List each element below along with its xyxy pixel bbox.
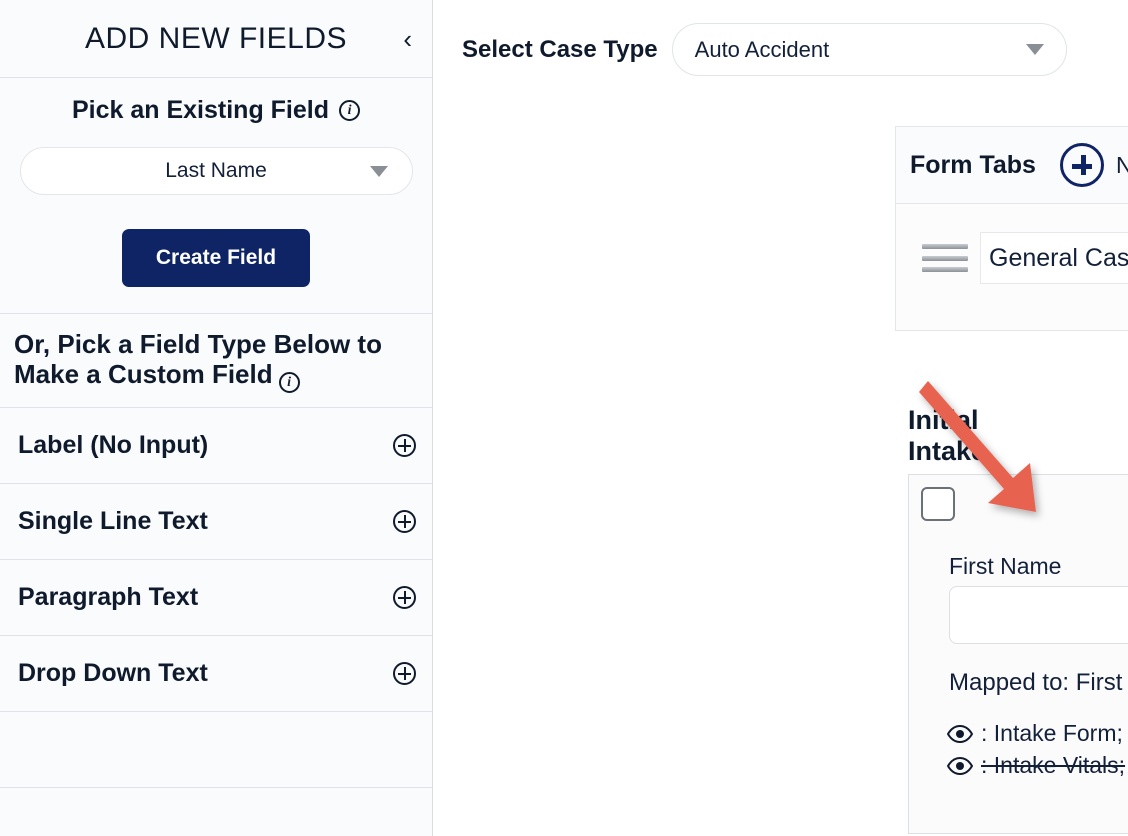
mapped-to-text: Mapped to: First Name bbox=[949, 669, 1128, 697]
form-builder-main: Select Case Type Auto Accident Form Tabs… bbox=[433, 0, 1128, 836]
field-type-row[interactable]: Label (No Input) bbox=[0, 408, 432, 484]
eye-icon bbox=[947, 757, 973, 775]
field-type-label: Label (No Input) bbox=[18, 431, 208, 460]
sidebar-title: ADD NEW FIELDS bbox=[85, 22, 347, 56]
create-field-wrap: Create Field bbox=[14, 195, 418, 287]
existing-field-select-value: Last Name bbox=[165, 159, 267, 183]
custom-field-section: Or, Pick a Field Type Below to Make a Cu… bbox=[0, 314, 432, 408]
intake-field-card-toolbar bbox=[909, 475, 1128, 527]
select-case-type-row: Select Case Type Auto Accident bbox=[433, 0, 1128, 76]
initial-intake-header: Initial Intake i bbox=[908, 405, 1128, 467]
existing-field-select[interactable]: Last Name bbox=[20, 147, 413, 195]
initial-intake-title: Initial Intake bbox=[908, 405, 986, 467]
case-type-select[interactable]: Auto Accident bbox=[672, 23, 1067, 76]
intake-field-card: First Name Mapped to: First Name : Intak… bbox=[908, 474, 1128, 834]
select-case-type-label: Select Case Type bbox=[462, 36, 658, 64]
form-tabs-header: Form Tabs New Tab bbox=[896, 127, 1128, 204]
eye-icon bbox=[947, 725, 973, 743]
visibility-text: : Intake Form; Case Form; bbox=[981, 720, 1128, 747]
chevron-left-icon[interactable]: ‹ bbox=[395, 22, 420, 56]
plus-circle-icon bbox=[1060, 143, 1104, 187]
plus-circle-icon[interactable] bbox=[393, 510, 416, 533]
sidebar-header: ADD NEW FIELDS ‹ bbox=[0, 0, 432, 78]
custom-field-heading: Or, Pick a Field Type Below to Make a Cu… bbox=[14, 330, 418, 393]
field-type-label: Paragraph Text bbox=[18, 583, 198, 612]
field-label: First Name bbox=[949, 553, 1061, 580]
add-new-fields-sidebar: ADD NEW FIELDS ‹ Pick an Existing Field … bbox=[0, 0, 433, 836]
checkbox-icon[interactable] bbox=[921, 487, 955, 521]
plus-circle-icon[interactable] bbox=[393, 434, 416, 457]
field-type-row[interactable]: Single Line Text bbox=[0, 484, 432, 560]
visibility-line: : Intake Form; Case Form; bbox=[947, 720, 1128, 747]
pick-existing-field-label: Pick an Existing Field bbox=[72, 96, 329, 125]
new-tab-button[interactable]: New Tab bbox=[1060, 143, 1128, 187]
field-type-label: Drop Down Text bbox=[18, 659, 208, 688]
first-name-input[interactable] bbox=[949, 586, 1128, 644]
visibility-text-struck: : Intake Vitals; bbox=[981, 752, 1125, 779]
field-type-row-partial[interactable] bbox=[0, 712, 432, 788]
custom-field-heading-text: Or, Pick a Field Type Below to Make a Cu… bbox=[14, 329, 382, 389]
plus-circle-icon[interactable] bbox=[393, 662, 416, 685]
create-field-button[interactable]: Create Field bbox=[122, 229, 310, 287]
field-type-label: Single Line Text bbox=[18, 507, 208, 536]
field-type-row[interactable]: Drop Down Text bbox=[0, 636, 432, 712]
chevron-down-icon bbox=[370, 166, 388, 177]
app-root: ADD NEW FIELDS ‹ Pick an Existing Field … bbox=[0, 0, 1128, 836]
visibility-line: : Intake Vitals; bbox=[947, 752, 1125, 779]
chevron-down-icon bbox=[1026, 44, 1044, 55]
info-icon[interactable]: i bbox=[339, 100, 360, 121]
form-tabs-list bbox=[896, 204, 1128, 330]
tab-name-input[interactable] bbox=[980, 232, 1128, 284]
info-icon[interactable]: i bbox=[279, 372, 300, 393]
new-tab-label: New Tab bbox=[1116, 152, 1128, 179]
field-type-row[interactable]: Paragraph Text bbox=[0, 560, 432, 636]
case-type-select-value: Auto Accident bbox=[695, 37, 830, 63]
pick-existing-field-heading: Pick an Existing Field i bbox=[14, 96, 418, 125]
form-tabs-panel: Form Tabs New Tab bbox=[895, 126, 1128, 331]
pick-existing-field-section: Pick an Existing Field i Last Name Creat… bbox=[0, 78, 432, 314]
form-tabs-title: Form Tabs bbox=[910, 151, 1036, 180]
drag-handle-icon[interactable] bbox=[922, 244, 968, 272]
plus-circle-icon[interactable] bbox=[393, 586, 416, 609]
